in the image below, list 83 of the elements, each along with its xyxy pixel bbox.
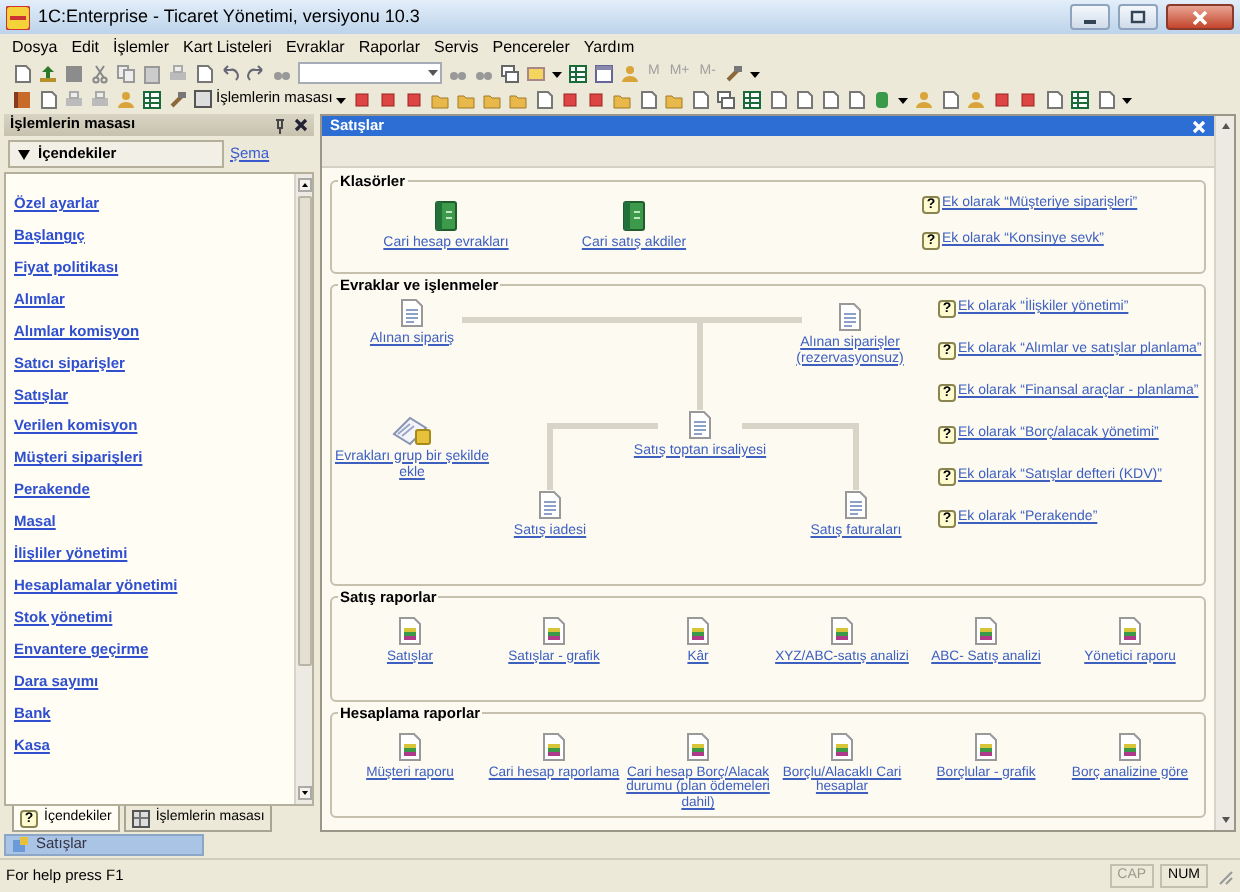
windows-icon[interactable] — [716, 89, 737, 109]
report-icon — [830, 731, 854, 761]
pin-icon[interactable] — [274, 117, 286, 133]
scroll-down-icon[interactable] — [1217, 812, 1233, 828]
caret-icon[interactable] — [898, 95, 909, 103]
report-icon — [542, 731, 566, 761]
scroll-down-icon[interactable] — [297, 786, 311, 800]
window-icon — [12, 836, 30, 854]
app-logo-icon — [6, 5, 30, 29]
report-icon — [686, 615, 710, 645]
report-icon — [542, 615, 566, 645]
report-icon — [1118, 731, 1142, 761]
document-icon[interactable] — [534, 89, 555, 109]
scrollbar[interactable] — [294, 174, 312, 804]
close-icon — [1192, 9, 1208, 25]
report-icon — [974, 731, 998, 761]
hammer-icon[interactable] — [168, 89, 188, 109]
document-icon — [400, 297, 424, 327]
close-icon[interactable] — [294, 118, 308, 132]
document-icon[interactable] — [846, 89, 867, 109]
report-icon — [398, 615, 422, 645]
report-icon — [1118, 615, 1142, 645]
document-icon[interactable] — [940, 89, 961, 109]
table-icon[interactable] — [742, 89, 763, 109]
panel-icon — [194, 90, 212, 108]
book-icon — [622, 199, 646, 231]
document-icon[interactable] — [690, 89, 711, 109]
caret-icon[interactable] — [749, 69, 760, 77]
menu-item[interactable]: Kart Listeleri — [183, 37, 272, 57]
scroll-up-icon[interactable] — [1217, 118, 1233, 134]
redo-icon[interactable] — [246, 63, 266, 83]
open-book-icon — [392, 413, 432, 445]
menu-item[interactable]: Evraklar — [285, 37, 345, 57]
caret-icon[interactable] — [552, 69, 562, 77]
resize-grip-icon[interactable] — [1214, 866, 1234, 886]
menu-item[interactable]: İşlemler — [112, 37, 169, 57]
clipboard-icon[interactable] — [142, 63, 162, 83]
caret-icon[interactable] — [1122, 95, 1133, 103]
search-combo-field[interactable] — [298, 62, 442, 84]
document-icon[interactable] — [794, 89, 815, 109]
report-icon — [398, 731, 422, 761]
caret-icon[interactable] — [336, 95, 347, 103]
scroll-up-icon[interactable] — [297, 178, 311, 192]
windows-icon[interactable] — [500, 63, 520, 83]
menu-item[interactable]: Raporlar — [358, 37, 420, 57]
menu-item[interactable]: Pencereler — [492, 37, 570, 57]
dropdown-arrow-icon — [18, 149, 30, 159]
document-icon[interactable] — [820, 89, 841, 109]
maximize-button[interactable] — [1118, 4, 1158, 30]
report-icon — [686, 731, 710, 761]
report-icon — [830, 615, 854, 645]
menu-item[interactable]: Dosya — [12, 37, 58, 57]
close-button[interactable] — [1166, 4, 1234, 30]
document-icon[interactable] — [1044, 89, 1065, 109]
undo-icon[interactable] — [220, 63, 240, 83]
report-icon — [974, 615, 998, 645]
table-icon[interactable] — [1070, 89, 1091, 109]
menu-item[interactable]: Yardım — [583, 37, 635, 57]
document-icon[interactable] — [194, 63, 214, 83]
scroll-thumb[interactable] — [297, 196, 311, 666]
table-icon[interactable] — [142, 89, 162, 109]
hammer-icon[interactable] — [723, 63, 744, 83]
book-icon[interactable] — [12, 89, 32, 109]
document-icon — [688, 409, 712, 439]
document-icon — [844, 489, 868, 519]
grid-window-icon — [131, 809, 150, 827]
maximize-icon — [1130, 10, 1146, 24]
menu-item[interactable]: Edit — [71, 37, 99, 57]
document-icon[interactable] — [638, 89, 659, 109]
document-icon[interactable] — [1096, 89, 1117, 109]
document-icon — [538, 489, 562, 519]
window-title: 1C:Enterprise - Ticaret Yönetimi, versiyonu 10.3 — [38, 6, 422, 28]
document-icon[interactable] — [768, 89, 789, 109]
scissors-icon[interactable] — [90, 63, 110, 83]
save-icon[interactable] — [64, 63, 84, 83]
calendar-icon[interactable] — [594, 63, 614, 83]
scrollbar[interactable] — [1214, 116, 1234, 830]
document-icon — [838, 301, 862, 331]
menu-item[interactable]: Servis — [434, 37, 479, 57]
book-icon — [434, 199, 458, 231]
upload-icon[interactable] — [38, 63, 58, 83]
minimize-button[interactable] — [1070, 4, 1110, 30]
table-icon[interactable] — [568, 63, 588, 83]
